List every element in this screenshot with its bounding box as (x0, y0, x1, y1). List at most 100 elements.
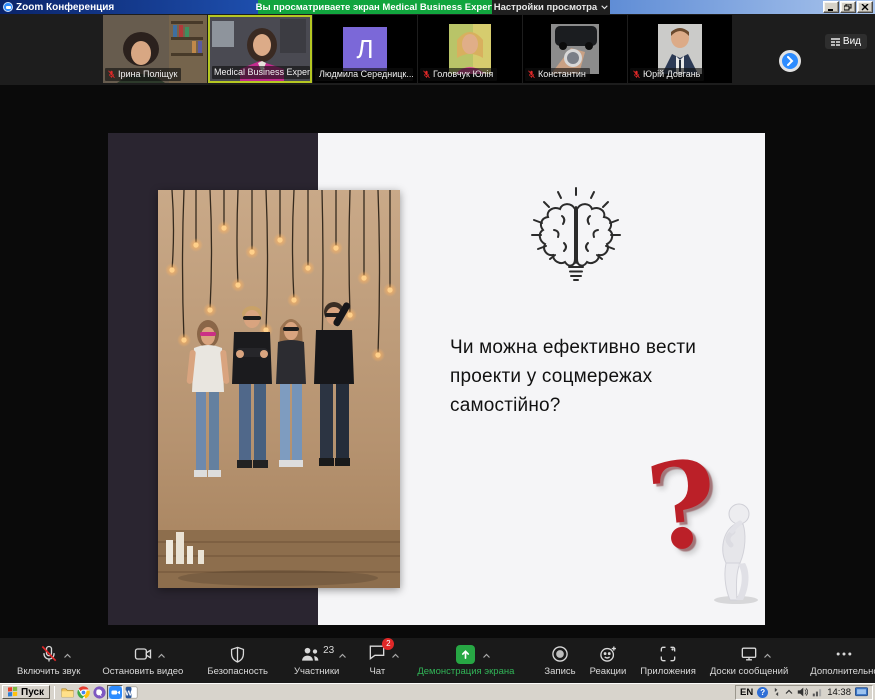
muted-mic-icon (527, 70, 536, 79)
security-button[interactable]: Безопасность (200, 642, 275, 679)
windows-taskbar: Пуск W EN ? 14:38 (0, 683, 875, 700)
record-button[interactable]: Запись (537, 642, 582, 679)
slide-question-line: Чи можна ефективно вести (450, 333, 730, 362)
whiteboards-label: Доски сообщений (710, 666, 788, 677)
screen-sharing-banner: Вы просматриваете экран Medical Business… (258, 0, 492, 14)
restore-button[interactable] (840, 1, 856, 13)
participants-strip: Ірина Поліщук Medical Business Expert (0, 14, 875, 85)
slide-question-line: самостійно? (450, 391, 730, 420)
participant-tile-active-speaker[interactable]: Medical Business Expert (208, 15, 312, 83)
chevron-up-icon[interactable] (63, 646, 72, 664)
zoom-meeting-window: Zoom Конференция Вы просматриваете экран… (0, 0, 875, 700)
sync-tray-icon[interactable] (772, 687, 781, 697)
participant-photo-avatar (551, 24, 599, 74)
share-screen-button[interactable]: Демонстрация экрана (410, 642, 521, 679)
participants-icon (299, 644, 321, 664)
show-hidden-icons-button[interactable] (785, 689, 793, 695)
chevron-down-icon (601, 5, 608, 10)
view-button-label: Вид (843, 36, 861, 47)
participant-name: Головчук Юлія (433, 69, 493, 80)
muted-mic-icon (107, 70, 116, 79)
apps-button[interactable]: Приложения (633, 642, 703, 679)
chevron-up-icon[interactable] (482, 646, 491, 664)
start-button[interactable]: Пуск (2, 685, 50, 699)
chrome-taskbar-icon[interactable] (75, 685, 91, 700)
system-tray: EN ? 14:38 (735, 685, 873, 700)
minimize-button[interactable] (823, 1, 839, 13)
whiteboards-button[interactable]: Доски сообщений (703, 642, 795, 679)
more-dots-icon (834, 644, 854, 664)
thinking-person-figure (708, 501, 762, 605)
participant-name: Юрій Довгань (643, 69, 700, 80)
shield-icon (228, 645, 247, 664)
shared-screen-area: Чи можна ефективно вести проекти у соцме… (0, 85, 875, 638)
participants-count: 23 (323, 645, 334, 656)
stop-video-button[interactable]: Остановить видео (95, 642, 190, 679)
zoom-taskbar-icon[interactable] (107, 685, 123, 700)
taskbar-divider (54, 686, 55, 699)
participant-tile[interactable]: Головчук Юлія (418, 15, 522, 83)
window-titlebar: Zoom Конференция Вы просматриваете экран… (0, 0, 875, 14)
view-settings-label: Настройки просмотра (494, 2, 597, 13)
record-label: Запись (544, 666, 575, 677)
security-label: Безопасность (207, 666, 268, 677)
participants-label: Участники (294, 666, 339, 677)
close-button[interactable] (857, 1, 873, 13)
participant-photo-avatar (449, 24, 491, 74)
muted-mic-icon (632, 70, 641, 79)
record-icon (550, 644, 570, 664)
start-label: Пуск (21, 687, 44, 698)
participant-tile[interactable]: Ірина Поліщук (103, 15, 207, 83)
word-taskbar-icon[interactable]: W (123, 685, 139, 700)
brain-lightbulb-icon (528, 185, 624, 290)
team-photo (158, 190, 400, 588)
chevron-up-icon[interactable] (338, 646, 347, 664)
more-label: Дополнительно (810, 666, 875, 677)
question-mark-figure: ? (648, 455, 768, 605)
muted-mic-icon (39, 644, 59, 664)
apps-label: Приложения (640, 666, 696, 677)
chevron-up-icon[interactable] (763, 646, 772, 664)
participant-tile[interactable]: Юрій Довгань (628, 15, 732, 83)
whiteboard-icon (739, 644, 759, 664)
help-tray-icon[interactable]: ? (757, 687, 768, 698)
unmute-label: Включить звук (17, 666, 80, 677)
window-title: Zoom Конференция (16, 2, 114, 13)
participants-button[interactable]: 23 Участники (287, 642, 346, 679)
reactions-label: Реакции (590, 666, 627, 677)
participant-tile[interactable]: Константин (523, 15, 627, 83)
view-settings-dropdown[interactable]: Настройки просмотра (492, 0, 610, 14)
volume-tray-icon[interactable] (797, 687, 808, 697)
meeting-toolbar: Включить звук Остановить видео Безопасно… (0, 638, 875, 683)
muted-mic-icon (422, 70, 431, 79)
unmute-button[interactable]: Включить звук (10, 642, 87, 679)
chevron-up-icon[interactable] (157, 646, 166, 664)
network-tray-icon[interactable] (812, 687, 823, 697)
participant-name: Medical Business Expert (214, 67, 310, 78)
chat-label: Чат (369, 666, 385, 677)
stop-video-label: Остановить видео (102, 666, 183, 677)
clock[interactable]: 14:38 (827, 687, 851, 698)
more-button[interactable]: Дополнительно (803, 642, 875, 679)
share-screen-icon (456, 645, 475, 664)
next-participants-button[interactable] (779, 50, 801, 72)
participant-name: Константин (538, 69, 586, 80)
slide-question-line: проекти у соцмережах (450, 362, 730, 391)
video-camera-icon (133, 644, 153, 664)
view-button[interactable]: Вид (825, 34, 867, 49)
chevron-right-icon (785, 56, 795, 66)
windows-logo-icon (8, 687, 18, 698)
language-indicator[interactable]: EN (740, 687, 753, 698)
participant-photo-avatar (658, 24, 702, 74)
reactions-button[interactable]: Реакции (583, 642, 634, 679)
chat-button[interactable]: 2 Чат (360, 642, 394, 679)
explorer-taskbar-icon[interactable] (59, 685, 75, 700)
smiley-plus-icon (598, 644, 618, 664)
viber-taskbar-icon[interactable] (91, 685, 107, 700)
grid-view-icon (831, 38, 840, 46)
participant-name: Людмила Середницк... (319, 69, 413, 80)
participant-letter-avatar: Л (343, 27, 387, 71)
chevron-up-icon[interactable] (391, 646, 400, 664)
display-tray-icon[interactable] (855, 687, 868, 698)
participant-tile[interactable]: Л Людмила Середницк... (313, 15, 417, 83)
